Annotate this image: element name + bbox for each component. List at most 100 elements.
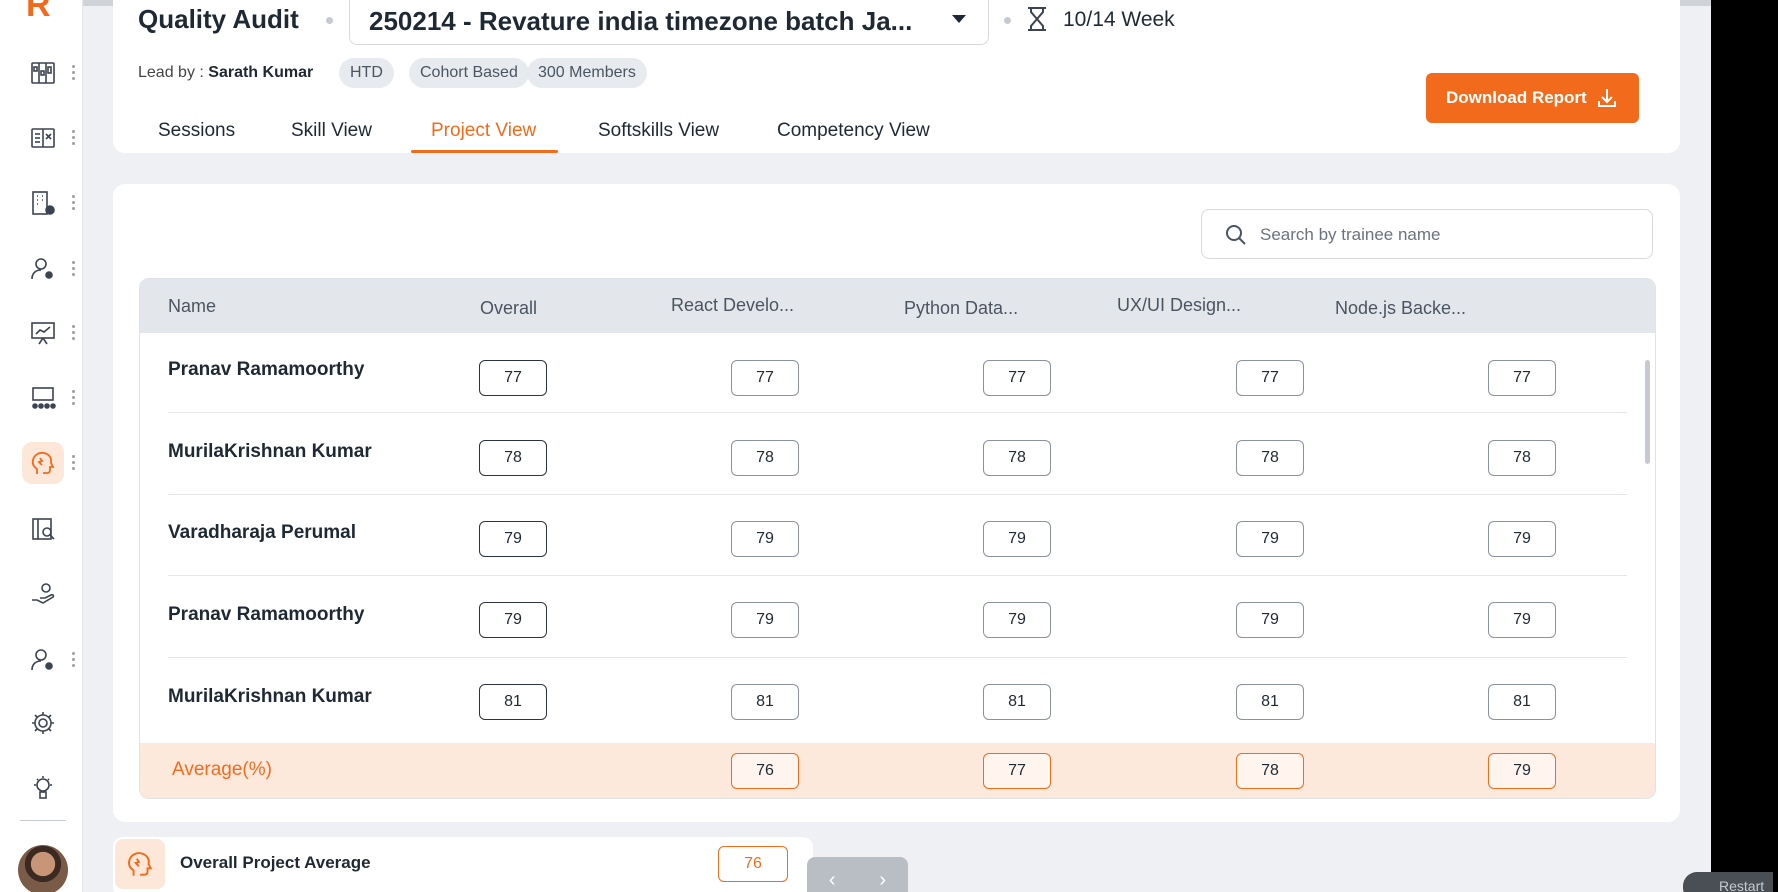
score-react: 81 xyxy=(731,684,799,720)
tab-softskills-view[interactable]: Softskills View xyxy=(598,120,719,142)
chip-members: 300 Members xyxy=(527,58,647,88)
average-label: Average(%) xyxy=(172,759,272,780)
header-card: Quality Audit 250214 - Revature india ti… xyxy=(113,0,1680,153)
trainee-name: Pranav Ramamoorthy xyxy=(168,604,365,625)
score-react: 78 xyxy=(731,440,799,476)
sidebar-more-icon[interactable] xyxy=(72,130,76,146)
average-nodejs: 79 xyxy=(1488,753,1556,789)
table-row[interactable]: MurilaKrishnan Kumar 78 78 78 78 78 xyxy=(140,413,1655,495)
score-uxui: 78 xyxy=(1236,440,1304,476)
trainee-name: Varadharaja Perumal xyxy=(168,522,356,543)
table-row[interactable]: Varadharaja Perumal 79 79 79 79 79 xyxy=(140,495,1655,576)
tab-project-view[interactable]: Project View xyxy=(431,120,536,142)
project-table: Name Overall React Develo... Python Data… xyxy=(139,278,1656,799)
chip-htd: HTD xyxy=(339,58,394,88)
overall-project-average-value: 76 xyxy=(718,846,788,882)
page-title: Quality Audit xyxy=(138,4,299,34)
active-tab-indicator xyxy=(411,150,558,153)
sidebar-more-icon[interactable] xyxy=(72,195,76,211)
batch-select-value: 250214 - Revature india timezone batch J… xyxy=(369,6,913,36)
table-scrollbar[interactable] xyxy=(1645,360,1650,464)
score-uxui: 79 xyxy=(1236,521,1304,557)
tab-sessions[interactable]: Sessions xyxy=(158,120,235,142)
download-report-label: Download Report xyxy=(1446,88,1587,107)
brain-icon xyxy=(115,839,165,889)
tab-skill-view[interactable]: Skill View xyxy=(291,120,372,142)
sidebar-more-icon[interactable] xyxy=(72,390,76,406)
search-input[interactable] xyxy=(1260,222,1630,248)
column-header-name[interactable]: Name xyxy=(168,296,216,317)
table-row[interactable]: Pranav Ramamoorthy 77 77 77 77 77 xyxy=(140,333,1655,413)
overall-project-average-label: Overall Project Average xyxy=(180,853,371,872)
brain-icon[interactable] xyxy=(22,442,64,484)
trainee-name: MurilaKrishnan Kumar xyxy=(168,441,372,462)
score-nodejs: 79 xyxy=(1488,521,1556,557)
search-box[interactable] xyxy=(1201,209,1653,259)
column-header-react[interactable]: React Develo... xyxy=(671,295,794,316)
book-icon[interactable] xyxy=(22,117,64,159)
score-react: 79 xyxy=(731,602,799,638)
score-nodejs: 77 xyxy=(1488,360,1556,396)
previous-page-button[interactable]: ‹ xyxy=(807,857,858,892)
column-header-nodejs[interactable]: Node.js Backe... xyxy=(1335,298,1466,319)
average-row: Average(%) 76 77 78 79 xyxy=(140,743,1655,798)
score-react: 77 xyxy=(731,360,799,396)
average-react: 76 xyxy=(731,753,799,789)
score-nodejs: 78 xyxy=(1488,440,1556,476)
sidebar-more-icon[interactable] xyxy=(72,325,76,341)
separator-dot xyxy=(326,17,333,24)
tab-competency-view[interactable]: Competency View xyxy=(777,120,930,142)
chip-cohort: Cohort Based xyxy=(409,58,529,88)
brand-logo[interactable]: R xyxy=(26,0,51,25)
table-row[interactable]: MurilaKrishnan Kumar 81 81 81 81 81 xyxy=(140,658,1655,738)
lead-by: Lead by : Sarath Kumar xyxy=(138,64,313,82)
screen-edge xyxy=(1711,0,1778,892)
score-overall: 79 xyxy=(479,521,547,557)
sidebar-more-icon[interactable] xyxy=(72,455,76,471)
score-python: 78 xyxy=(983,440,1051,476)
hourglass-icon xyxy=(1028,7,1046,31)
avatar[interactable] xyxy=(18,845,68,892)
score-nodejs: 81 xyxy=(1488,684,1556,720)
column-header-python[interactable]: Python Data... xyxy=(904,298,1018,319)
score-python: 79 xyxy=(983,602,1051,638)
lead-name: Sarath Kumar xyxy=(208,64,314,81)
app-window: R Quality Audit 250214 - Revature india … xyxy=(0,0,1711,892)
building-icon[interactable] xyxy=(22,182,64,224)
user-gear-icon[interactable] xyxy=(22,639,64,681)
sidebar-more-icon[interactable] xyxy=(72,65,76,81)
presentation-icon[interactable] xyxy=(22,312,64,354)
score-uxui: 81 xyxy=(1236,684,1304,720)
column-header-uxui[interactable]: UX/UI Design... xyxy=(1117,295,1241,316)
sidebar-more-icon[interactable] xyxy=(72,652,76,668)
score-python: 81 xyxy=(983,684,1051,720)
sidebar-more-icon[interactable] xyxy=(72,261,76,277)
chevron-down-icon xyxy=(952,15,966,23)
library-icon[interactable] xyxy=(22,508,64,550)
lead-by-label: Lead by : xyxy=(138,64,204,81)
project-table-card: Name Overall React Develo... Python Data… xyxy=(113,184,1680,822)
user-settings-icon[interactable] xyxy=(22,248,64,290)
average-python: 77 xyxy=(983,753,1051,789)
column-header-overall[interactable]: Overall xyxy=(480,298,537,319)
next-page-button[interactable]: › xyxy=(858,857,909,892)
network-icon[interactable] xyxy=(22,377,64,419)
download-report-button[interactable]: Download Report xyxy=(1426,73,1639,123)
score-uxui: 79 xyxy=(1236,602,1304,638)
batch-select[interactable]: 250214 - Revature india timezone batch J… xyxy=(349,0,989,45)
week-progress: 10/14 Week xyxy=(1063,8,1175,31)
hand-support-icon[interactable] xyxy=(22,573,64,615)
separator-dot xyxy=(1004,17,1011,24)
table-header: Name Overall React Develo... Python Data… xyxy=(140,279,1655,333)
score-overall: 77 xyxy=(479,360,547,396)
score-python: 79 xyxy=(983,521,1051,557)
restart-button[interactable]: Restart xyxy=(1683,872,1773,892)
pager: ‹ › xyxy=(807,857,908,892)
settings-icon[interactable] xyxy=(22,702,64,744)
average-uxui: 78 xyxy=(1236,753,1304,789)
ai-brain-icon[interactable] xyxy=(22,767,64,809)
trainee-name: MurilaKrishnan Kumar xyxy=(168,686,372,707)
table-row[interactable]: Pranav Ramamoorthy 79 79 79 79 79 xyxy=(140,576,1655,658)
sidebar: R xyxy=(0,0,83,892)
dashboard-icon[interactable] xyxy=(22,52,64,94)
